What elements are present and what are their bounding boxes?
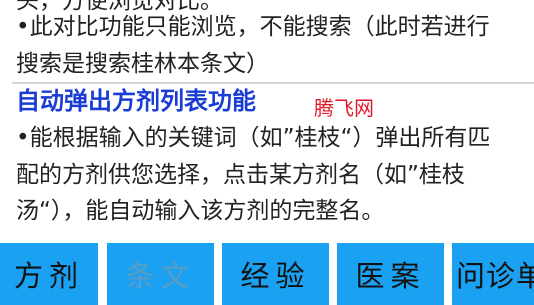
help-text-line: •此对比功能只能浏览，不能搜索（此时若进行: [16, 14, 490, 40]
tab-formula[interactable]: 方剂: [0, 243, 98, 305]
tab-experience[interactable]: 经验: [222, 243, 329, 305]
help-text-line: 汤“），能自动输入该方剂的完整名。: [16, 198, 385, 224]
section-title: 自动弹出方剂列表功能: [16, 87, 256, 115]
bottom-tab-bar: 方剂 条文 经验 医案 问诊单: [0, 243, 534, 305]
section-divider: [12, 82, 534, 84]
tab-case-records[interactable]: 医案: [337, 243, 444, 305]
help-text-line: 搜索是搜索桂林本条文）: [16, 51, 269, 77]
tab-consultation-form[interactable]: 问诊单: [452, 243, 534, 305]
help-content: 头，方便浏览对比。 •此对比功能只能浏览，不能搜索（此时若进行 搜索是搜索桂林本…: [0, 0, 534, 243]
watermark-logo: 腾飞网: [314, 96, 374, 120]
help-text-line: •能根据输入的关键词（如”桂枝“）弹出所有匹: [16, 125, 491, 151]
help-text-line: 配的方剂供您选择，点击某方剂名（如”桂枝: [16, 162, 465, 188]
tab-clauses[interactable]: 条文: [107, 243, 214, 305]
